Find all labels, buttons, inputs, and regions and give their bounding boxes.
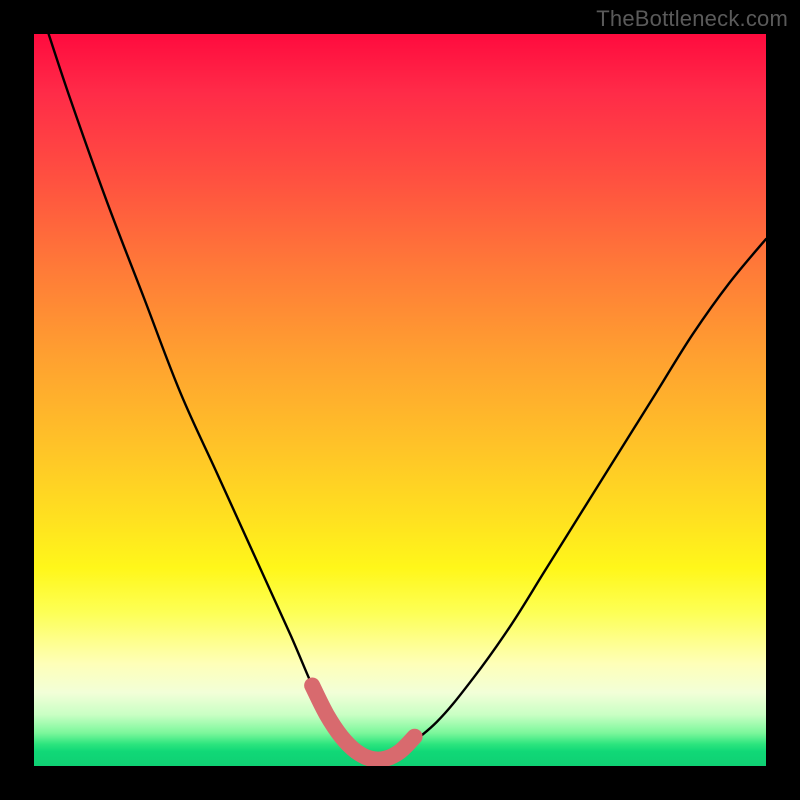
optimal-range-highlight (312, 685, 414, 759)
curve-svg (34, 34, 766, 766)
watermark-text: TheBottleneck.com (596, 6, 788, 32)
plot-area (34, 34, 766, 766)
chart-frame: TheBottleneck.com (0, 0, 800, 800)
bottleneck-curve (49, 34, 766, 760)
